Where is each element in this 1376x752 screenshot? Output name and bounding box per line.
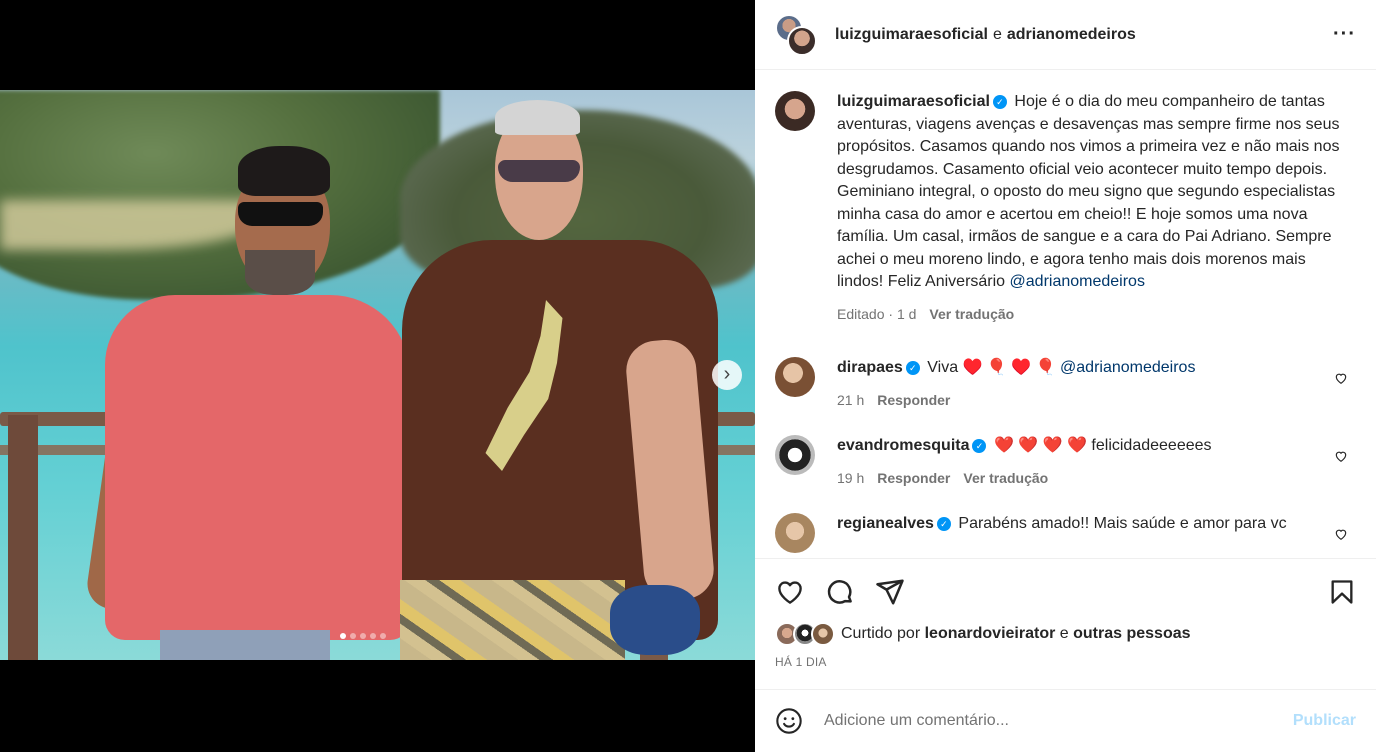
avatar[interactable] (775, 435, 815, 475)
like-heart-icon[interactable] (775, 577, 805, 607)
author-link[interactable]: adrianomedeiros (1007, 26, 1136, 44)
carousel-dot (370, 633, 376, 639)
person-shorts (400, 580, 625, 660)
carousel-dot (350, 633, 356, 639)
person-hair (238, 146, 330, 196)
avatar (811, 622, 835, 646)
liked-by-conjunction: e (1059, 625, 1069, 642)
liked-by: Curtido por leonardovieirator e outras p… (775, 622, 1356, 646)
heart-emojis: ❤️ ❤️ ❤️ ❤️ (993, 437, 1087, 454)
background-hill (0, 90, 440, 300)
verified-badge-icon: ✓ (905, 361, 920, 375)
avatar[interactable] (775, 513, 815, 553)
avatar[interactable] (775, 91, 815, 131)
railing-post (8, 415, 38, 660)
comment-username[interactable]: dirapaes (837, 359, 903, 376)
person-hat (610, 585, 700, 655)
comment-item: regianealves ✓ Parabéns amado!! Mais saúd… (775, 513, 1356, 553)
verified-badge-icon: ✓ (936, 517, 951, 531)
carousel-dot (380, 633, 386, 639)
collab-avatars[interactable] (775, 13, 817, 56)
avatar[interactable] (775, 357, 815, 397)
reply-button[interactable]: Responder (877, 389, 950, 412)
author-conjunction: e (992, 25, 1002, 43)
post-header: luizguimaraesoficial e adrianomedeiros ·… (755, 0, 1376, 70)
post-side-panel: luizguimaraesoficial e adrianomedeiros ·… (755, 0, 1376, 752)
likers-avatars[interactable] (775, 622, 843, 646)
comment-username[interactable]: evandromesquita (837, 437, 969, 454)
verified-badge-icon: ✓ (972, 439, 987, 453)
emoji-icon[interactable] (775, 707, 803, 735)
caption-meta: Editado · 1 d Ver tradução (837, 303, 1356, 326)
comment-item: dirapaes ✓ Viva ♥️ 🎈 ♥️ 🎈 @adrianomedeiro… (775, 357, 1356, 411)
post-caption: luizguimaraesoficial ✓ Hoje é o dia do me… (775, 91, 1356, 325)
post-actions: Curtido por leonardovieirator e outras p… (755, 558, 1376, 689)
person-beard (245, 250, 315, 295)
mention-link[interactable]: @adrianomedeiros (1010, 273, 1145, 290)
comment-time: 21 h (837, 391, 865, 408)
verified-badge-icon: ✓ (992, 95, 1007, 109)
carousel-dot (360, 633, 366, 639)
publish-button[interactable]: Publicar (1293, 712, 1356, 730)
comment-text: Viva ♥️ 🎈 ♥️ 🎈 (927, 359, 1056, 376)
more-options-button[interactable]: ··· (1333, 23, 1356, 46)
comment-text: felicidadeeeeees (1091, 437, 1212, 454)
comment-time: 19 h (837, 469, 865, 486)
author-link[interactable]: luizguimaraesoficial (835, 26, 988, 44)
post-authors: luizguimaraesoficial e adrianomedeiros (835, 26, 1136, 44)
save-bookmark-icon[interactable] (1328, 578, 1356, 606)
person-sunglasses (238, 202, 323, 226)
comment-text: Parabéns amado!! Mais saúde e amor para … (958, 515, 1287, 532)
post-date[interactable]: HÁ 1 DIA (775, 655, 1356, 669)
edited-label: Editado · 1 d (837, 305, 917, 322)
mention-link[interactable]: @adrianomedeiros (1060, 359, 1195, 376)
more-horizontal-icon: ··· (1333, 23, 1356, 45)
comment-username[interactable]: luizguimaraesoficial (837, 93, 990, 110)
comment-item: evandromesquita ✓ ❤️ ❤️ ❤️ ❤️ felicidadee… (775, 435, 1356, 489)
like-comment-heart-icon[interactable] (1334, 371, 1348, 385)
comment-input[interactable] (824, 712, 1293, 730)
caption-text: Hoje é o dia do meu companheiro de tanta… (837, 93, 1340, 290)
person-shirt (105, 295, 410, 640)
post-photo[interactable] (0, 90, 755, 660)
see-translation-button[interactable]: Ver tradução (929, 303, 1014, 326)
caption-text-block: luizguimaraesoficial ✓ Hoje é o dia do me… (837, 91, 1356, 294)
like-comment-heart-icon[interactable] (1334, 449, 1348, 463)
carousel-dot (340, 633, 346, 639)
chevron-right-icon: › (723, 363, 731, 385)
comments-list[interactable]: luizguimaraesoficial ✓ Hoje é o dia do me… (755, 71, 1376, 558)
post-media: › (0, 0, 755, 752)
comment-bubble-icon[interactable] (825, 577, 855, 607)
carousel-next-button[interactable]: › (712, 360, 742, 390)
comment-username[interactable]: regianealves (837, 515, 934, 532)
person-pants (160, 630, 330, 660)
like-comment-heart-icon[interactable] (1334, 527, 1348, 541)
person-hair (495, 100, 580, 135)
liked-by-prefix: Curtido por (841, 625, 921, 642)
liker-username-link[interactable]: leonardovieirator (925, 625, 1056, 642)
others-link[interactable]: outras pessoas (1073, 625, 1190, 642)
person-sunglasses (498, 160, 580, 182)
see-translation-button[interactable]: Ver tradução (963, 467, 1048, 490)
add-comment-bar: Publicar (755, 689, 1376, 752)
share-paper-plane-icon[interactable] (875, 577, 905, 607)
avatar (787, 25, 817, 56)
reply-button[interactable]: Responder (877, 467, 950, 490)
carousel-indicator (340, 633, 386, 639)
